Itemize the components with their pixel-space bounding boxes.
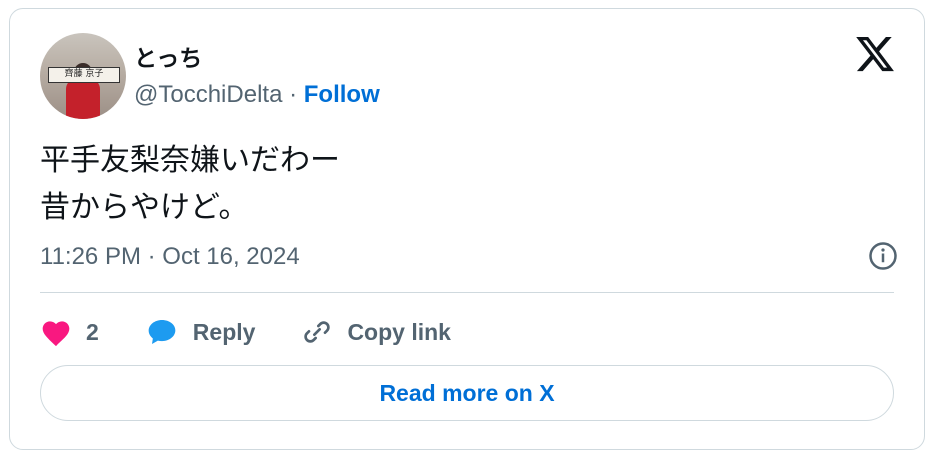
read-more-label: Read more on X (379, 379, 555, 406)
avatar-banner-text: 齊藤 京子 (64, 69, 104, 79)
author-handle[interactable]: @TocchiDelta (134, 81, 282, 108)
handle-row: @TocchiDelta · Follow (134, 81, 380, 109)
author-name[interactable]: とっち (134, 39, 202, 73)
action-bar: 2 Reply Copy link (40, 314, 497, 350)
timestamp[interactable]: 11:26 PM · Oct 16, 2024 (40, 243, 300, 271)
follow-link[interactable]: Follow (304, 81, 380, 108)
tweet-text: 平手友梨奈嫌いだわー 昔からやけど。 (40, 137, 340, 231)
reply-label: Reply (192, 318, 256, 345)
like-button[interactable]: 2 (40, 317, 99, 347)
separator: · (282, 81, 304, 108)
divider (40, 292, 894, 293)
avatar-banner: 齊藤 京子 (48, 67, 120, 83)
reply-button[interactable]: Reply (145, 316, 256, 348)
like-count: 2 (86, 318, 99, 345)
info-icon[interactable] (868, 241, 898, 271)
x-logo-icon[interactable] (854, 33, 896, 75)
link-icon (304, 321, 331, 343)
read-more-button[interactable]: Read more on X (40, 365, 894, 421)
copy-link-button[interactable]: Copy link (301, 316, 451, 348)
copy-link-label: Copy link (347, 318, 451, 345)
avatar[interactable]: 齊藤 京子 (40, 33, 126, 119)
speech-bubble-icon (148, 320, 176, 344)
heart-icon (42, 321, 70, 347)
tweet-text-line: 平手友梨奈嫌いだわー (40, 143, 340, 178)
tweet-text-line: 昔からやけど。 (40, 190, 249, 225)
tweet-card: 齊藤 京子 とっち @TocchiDelta · Follow 平手友梨奈嫌いだ… (9, 8, 925, 450)
